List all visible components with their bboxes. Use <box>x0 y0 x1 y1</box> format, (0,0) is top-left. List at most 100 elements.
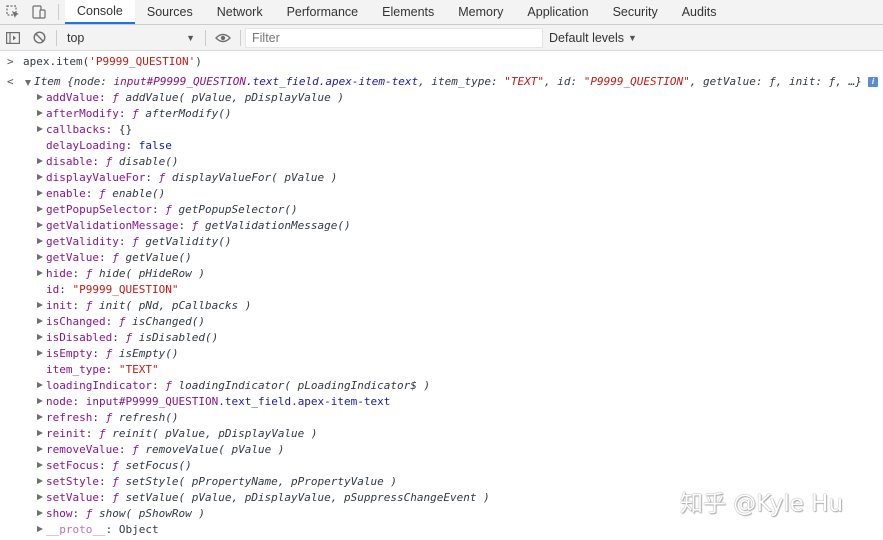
filter-input[interactable] <box>245 27 543 48</box>
console-input-line: > apex.item('P9999_QUESTION') <box>0 54 883 70</box>
expand-triangle-icon[interactable] <box>37 430 43 436</box>
tab-audits[interactable]: Audits <box>670 0 729 24</box>
expand-triangle-icon[interactable] <box>37 494 43 500</box>
expand-triangle-icon[interactable] <box>37 302 43 308</box>
function-signature: hide( pHideRow ) <box>99 267 205 280</box>
property-row[interactable]: node: input#P9999_QUESTION.text_field.ap… <box>0 394 883 410</box>
expand-triangle-icon[interactable] <box>37 94 43 100</box>
property-row[interactable]: getValidity: ƒ getValidity() <box>0 234 883 250</box>
property-value: "P9999_QUESTION" <box>72 283 179 296</box>
property-separator: : <box>118 235 133 248</box>
property-separator: : <box>98 91 113 104</box>
expand-triangle-icon[interactable] <box>37 190 43 196</box>
property-row[interactable]: getPopupSelector: ƒ getPopupSelector() <box>0 202 883 218</box>
tab-application[interactable]: Application <box>515 0 600 24</box>
expand-triangle-icon[interactable] <box>37 462 43 468</box>
property-row[interactable]: loadingIndicator: ƒ loadingIndicator( pL… <box>0 378 883 394</box>
property-row[interactable]: __proto__: Object <box>0 522 883 538</box>
expand-triangle-icon[interactable] <box>37 382 43 388</box>
property-row[interactable]: addValue: ƒ addValue( pValue, pDisplayVa… <box>0 90 883 106</box>
property-row: item_type: "TEXT" <box>0 362 883 378</box>
property-row[interactable]: disable: ƒ disable() <box>0 154 883 170</box>
property-separator: : <box>72 395 86 408</box>
property-separator: : <box>118 107 133 120</box>
expand-triangle-icon[interactable] <box>37 510 43 516</box>
property-row[interactable]: afterModify: ƒ afterModify() <box>0 106 883 122</box>
property-row[interactable]: init: ƒ init( pNd, pCallbacks ) <box>0 298 883 314</box>
property-key: removeValue <box>46 443 119 456</box>
expand-triangle-icon[interactable] <box>37 254 43 260</box>
inspect-element-icon[interactable] <box>0 0 26 24</box>
tab-elements[interactable]: Elements <box>370 0 446 24</box>
summary-node-class: .text_field.apex-item-text <box>245 75 419 88</box>
property-row[interactable]: isChanged: ƒ isChanged() <box>0 314 883 330</box>
tab-console[interactable]: Console <box>65 0 135 24</box>
function-marker: ƒ <box>112 475 119 488</box>
expand-triangle-icon[interactable] <box>37 318 43 324</box>
property-key: item_type <box>46 363 106 376</box>
tab-memory[interactable]: Memory <box>446 0 515 24</box>
expand-triangle-icon[interactable] <box>37 446 43 452</box>
expand-triangle-icon[interactable] <box>37 222 43 228</box>
expand-triangle-icon[interactable] <box>37 414 43 420</box>
property-key: addValue <box>46 91 99 104</box>
property-row[interactable]: getValidationMessage: ƒ getValidationMes… <box>0 218 883 234</box>
function-marker: ƒ <box>112 91 119 104</box>
property-row[interactable]: enable: ƒ enable() <box>0 186 883 202</box>
summary-id: "P9999_QUESTION" <box>583 75 690 88</box>
tab-security[interactable]: Security <box>601 0 670 24</box>
expand-triangle-icon[interactable] <box>37 334 43 340</box>
property-row[interactable]: removeValue: ƒ removeValue( pValue ) <box>0 442 883 458</box>
toolbar-divider <box>240 29 241 46</box>
summary-sep: , id: <box>543 75 584 88</box>
tab-network[interactable]: Network <box>205 0 275 24</box>
property-row[interactable]: getValue: ƒ getValue() <box>0 250 883 266</box>
property-row[interactable]: isEmpty: ƒ isEmpty() <box>0 346 883 362</box>
property-separator: : <box>105 523 119 536</box>
input-prompt-icon: > <box>7 55 14 68</box>
clear-console-icon[interactable] <box>26 26 52 50</box>
property-value: "TEXT" <box>118 363 159 376</box>
property-separator: : <box>112 331 126 344</box>
property-separator: : <box>118 443 133 456</box>
expand-triangle-icon[interactable] <box>37 478 43 484</box>
expand-triangle-icon[interactable] <box>37 206 43 212</box>
console-result-line[interactable]: < Item {node: input#P9999_QUESTION.text_… <box>0 74 883 90</box>
property-content: getValue: ƒ getValue() <box>46 250 192 266</box>
function-marker: ƒ <box>132 107 139 120</box>
property-key: enable <box>46 187 86 200</box>
expand-triangle-icon[interactable] <box>37 398 43 404</box>
device-toolbar-icon[interactable] <box>26 0 52 24</box>
tab-performance[interactable]: Performance <box>275 0 371 24</box>
property-row[interactable]: reinit: ƒ reinit( pValue, pDisplayValue … <box>0 426 883 442</box>
function-signature: reinit( pValue, pDisplayValue ) <box>112 427 318 440</box>
log-levels-label: Default levels <box>549 30 625 45</box>
tab-sources[interactable]: Sources <box>135 0 205 24</box>
property-row[interactable]: setFocus: ƒ setFocus() <box>0 458 883 474</box>
info-icon[interactable]: i <box>868 77 878 87</box>
expand-triangle-icon[interactable] <box>25 80 31 86</box>
expand-triangle-icon[interactable] <box>37 526 43 532</box>
property-row[interactable]: hide: ƒ hide( pHideRow ) <box>0 266 883 282</box>
property-row[interactable]: isDisabled: ƒ isDisabled() <box>0 330 883 346</box>
property-separator: : <box>72 507 86 520</box>
expand-triangle-icon[interactable] <box>37 270 43 276</box>
property-separator: : <box>98 459 113 472</box>
property-separator: : <box>92 347 106 360</box>
function-signature: disable() <box>118 155 179 168</box>
live-expression-eye-icon[interactable] <box>210 26 236 50</box>
property-key: callbacks <box>46 123 106 136</box>
expand-triangle-icon[interactable] <box>37 110 43 116</box>
property-row[interactable]: refresh: ƒ refresh() <box>0 410 883 426</box>
expand-triangle-icon[interactable] <box>37 174 43 180</box>
expand-triangle-icon[interactable] <box>37 350 43 356</box>
expand-triangle-icon[interactable] <box>37 238 43 244</box>
sidebar-toggle-icon[interactable] <box>0 26 26 50</box>
property-row[interactable]: callbacks: {} <box>0 122 883 138</box>
expand-triangle-icon[interactable] <box>37 126 43 132</box>
context-selector[interactable]: top ▼ <box>61 28 201 48</box>
expand-triangle-icon[interactable] <box>37 158 43 164</box>
function-signature: getValidity() <box>145 235 232 248</box>
property-row[interactable]: displayValueFor: ƒ displayValueFor( pVal… <box>0 170 883 186</box>
log-levels-dropdown[interactable]: Default levels ▼ <box>549 31 637 45</box>
